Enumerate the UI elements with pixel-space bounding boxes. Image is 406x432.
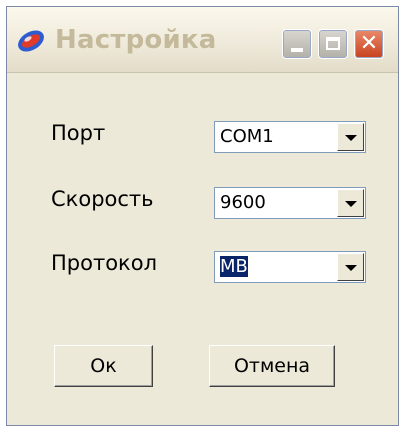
protocol-dropdown-button[interactable] [337, 253, 364, 281]
window-title: Настройка [55, 25, 217, 55]
protocol-value: MB [220, 256, 248, 277]
close-button[interactable]: ✕ [354, 29, 384, 59]
protocol-select[interactable]: MB [214, 251, 366, 283]
speed-select[interactable]: 9600 [214, 187, 366, 219]
speed-label: Скорость [51, 187, 154, 211]
speed-dropdown-button[interactable] [337, 189, 364, 217]
port-select[interactable]: COM1 [214, 121, 366, 153]
maximize-button[interactable] [318, 29, 348, 59]
settings-window: Настройка ✕ Порт COM1 Скорость 9600 Прот… [6, 6, 399, 426]
chevron-down-icon [345, 201, 357, 207]
chevron-down-icon [345, 265, 357, 271]
title-bar[interactable]: Настройка ✕ [7, 7, 398, 73]
speed-value: 9600 [220, 192, 266, 213]
port-value: COM1 [220, 126, 274, 147]
protocol-label: Протокол [51, 251, 158, 275]
close-icon: ✕ [359, 31, 379, 56]
cancel-button[interactable]: Отмена [209, 345, 335, 387]
port-dropdown-button[interactable] [337, 123, 364, 151]
chevron-down-icon [345, 135, 357, 141]
port-label: Порт [51, 121, 106, 145]
app-icon [18, 30, 44, 52]
ok-button[interactable]: Ок [54, 345, 153, 387]
minimize-button[interactable] [282, 29, 312, 59]
